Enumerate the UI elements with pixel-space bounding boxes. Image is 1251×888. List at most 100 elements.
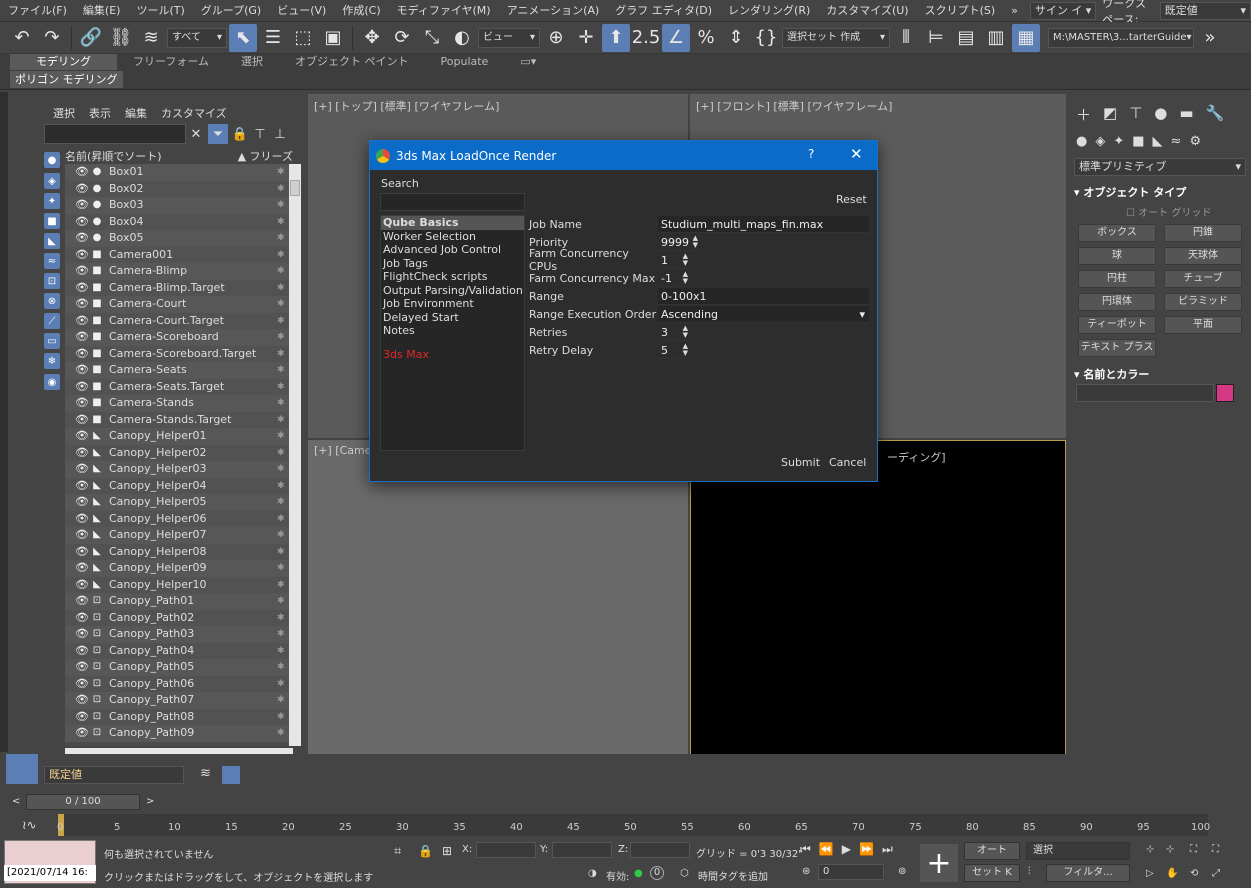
scale-icon[interactable]: ⤡ xyxy=(418,24,446,52)
spinner-arrows-icon[interactable]: ▲ ▼ xyxy=(693,234,698,250)
visibility-eye-icon[interactable]: 👁 xyxy=(75,362,89,379)
isolate-icon[interactable]: ⌗ xyxy=(394,844,401,859)
list-item[interactable]: 👁 ⊡ Canopy_Path08 ✱ xyxy=(65,708,293,725)
visibility-eye-icon[interactable]: 👁 xyxy=(75,395,89,412)
se-menu-select[interactable]: 選択 xyxy=(53,105,75,121)
se-menu-customize[interactable]: カスタマイズ xyxy=(161,105,227,121)
visibility-eye-icon[interactable]: 👁 xyxy=(75,527,89,544)
layer-explorer-icon[interactable]: ▥ xyxy=(982,24,1010,52)
list-item[interactable]: 👁 ● Box04 ✱ xyxy=(65,213,293,231)
nav-output-parsing[interactable]: Output Parsing/Validation xyxy=(381,284,524,298)
unlink-icon[interactable]: ⛓ xyxy=(107,24,135,52)
menu-create[interactable]: 作成(C) xyxy=(334,0,388,22)
edit-named-selection-icon[interactable]: {} xyxy=(752,24,780,52)
teapot-button[interactable]: ティーポット xyxy=(1078,316,1156,334)
name-color-rollout[interactable]: ▾ 名前とカラー xyxy=(1074,366,1246,382)
object-color-swatch[interactable] xyxy=(1216,384,1234,402)
viewport-shaded-label[interactable]: ーディング] xyxy=(887,449,946,465)
spinner-arrows-icon[interactable]: ▲ ▼ xyxy=(683,324,688,340)
list-item[interactable]: 👁 ◣ Canopy_Helper10 ✱ xyxy=(65,576,293,594)
viewport-perspective[interactable]: ーディング] xyxy=(690,440,1066,788)
visibility-eye-icon[interactable]: 👁 xyxy=(75,692,89,709)
nav-qube-basics[interactable]: Qube Basics xyxy=(381,216,524,230)
visibility-eye-icon[interactable]: 👁 xyxy=(75,445,89,462)
workspace-dropdown[interactable]: 既定値 ▾ xyxy=(1159,1,1251,20)
maxscript-output[interactable]: [2021/07/14 16: xyxy=(4,865,96,881)
submit-button[interactable]: Submit xyxy=(781,456,820,469)
visibility-eye-icon[interactable]: 👁 xyxy=(75,412,89,429)
helpers-icon[interactable]: ◣ xyxy=(1153,134,1163,149)
lights-filter-icon[interactable]: ✦ xyxy=(44,193,60,209)
hierarchy-icon[interactable]: ⊤ xyxy=(250,124,270,144)
curve-editor-icon[interactable]: ≀∿ xyxy=(22,818,37,832)
groups-filter-icon[interactable]: ⊡ xyxy=(44,273,60,289)
menu-modifiers[interactable]: モディファイヤ(M) xyxy=(389,0,499,22)
list-item[interactable]: 👁 ⊡ Canopy_Path02 ✱ xyxy=(65,609,293,626)
spacewarps-filter-icon[interactable]: ≈ xyxy=(44,253,60,269)
nav-worker-selection[interactable]: Worker Selection xyxy=(381,230,524,244)
nav-job-tags[interactable]: Job Tags xyxy=(381,257,524,271)
cylinder-button[interactable]: 円柱 xyxy=(1078,270,1156,288)
spinner-arrows-icon[interactable]: ▲ ▼ xyxy=(683,270,688,286)
list-item[interactable]: 👁 ⊡ Canopy_Path06 ✱ xyxy=(65,675,293,692)
visibility-eye-icon[interactable]: 👁 xyxy=(75,214,89,231)
list-item[interactable]: 👁 ◣ Canopy_Helper05 ✱ xyxy=(65,494,293,511)
autogrid-checkbox[interactable]: ☐ オート グリッド xyxy=(1126,204,1211,219)
adaptive-degradation-icon[interactable]: ◑ xyxy=(588,868,597,879)
time-tag-icon[interactable]: ⬡ xyxy=(680,868,689,879)
more-icon[interactable]: » xyxy=(1196,24,1224,52)
placement-icon[interactable]: ◐ xyxy=(448,24,476,52)
snap-2-5-icon[interactable]: 2.5 xyxy=(632,24,661,52)
named-selection-dropdown[interactable]: 選択セット 作成 ▾ xyxy=(782,27,890,48)
geometry-filter-icon[interactable]: ● xyxy=(44,152,60,168)
tab-modeling[interactable]: モデリング xyxy=(10,54,117,70)
menu-edit[interactable]: 編集(E) xyxy=(75,0,129,22)
geosphere-button[interactable]: 天球体 xyxy=(1164,247,1242,265)
visibility-eye-icon[interactable]: 👁 xyxy=(75,626,89,643)
textplus-button[interactable]: テキスト プラス xyxy=(1078,339,1156,357)
torus-button[interactable]: 円環体 xyxy=(1078,293,1156,311)
menu-rendering[interactable]: レンダリング(R) xyxy=(720,0,818,22)
shapes-icon[interactable]: ◈ xyxy=(1095,134,1105,149)
go-to-end-icon[interactable]: ⏭ xyxy=(882,842,893,857)
field-of-view-icon[interactable]: ▷ xyxy=(1146,868,1154,879)
menu-animation[interactable]: アニメーション(A) xyxy=(499,0,608,22)
maximize-viewport-icon[interactable]: ⤢ xyxy=(1212,868,1220,879)
visibility-eye-icon[interactable]: 👁 xyxy=(75,577,89,594)
hierarchy-expand-icon[interactable]: ⊥ xyxy=(270,124,290,144)
dialog-titlebar[interactable]: 3ds Max LoadOnce Render ? ✕ xyxy=(370,141,877,170)
plane-button[interactable]: 平面 xyxy=(1164,316,1242,334)
list-item[interactable]: 👁 ⊡ Canopy_Path09 ✱ xyxy=(65,725,293,742)
list-item[interactable]: 👁 ⊡ Canopy_Path07 ✱ xyxy=(65,692,293,709)
angle-snap-icon[interactable]: ∠ xyxy=(662,23,690,52)
list-item[interactable]: 👁 ■ Camera-Blimp.Target ✱ xyxy=(65,279,293,297)
list-item[interactable]: 👁 ■ Camera001 ✱ xyxy=(65,246,293,263)
sphere-button[interactable]: 球 xyxy=(1078,247,1156,265)
pan-icon[interactable]: ✋ xyxy=(1166,868,1178,879)
visibility-eye-icon[interactable]: 👁 xyxy=(75,280,89,297)
previous-frame-icon[interactable]: ⏪ xyxy=(819,842,834,857)
lights-icon[interactable]: ✦ xyxy=(1113,134,1124,149)
object-name-input[interactable] xyxy=(1076,384,1214,402)
z-field[interactable] xyxy=(630,842,690,858)
geometry-icon[interactable]: ● xyxy=(1076,134,1087,149)
visibility-eye-icon[interactable]: 👁 xyxy=(75,263,89,280)
list-item[interactable]: 👁 ■ Camera-Blimp ✱ xyxy=(65,263,293,280)
pivot-icon[interactable]: ⊕ xyxy=(542,24,570,52)
scene-search-input[interactable] xyxy=(44,124,186,144)
spinner-arrows-icon[interactable]: ▲ ▼ xyxy=(683,252,688,268)
key-mode-icon[interactable]: ⊛ xyxy=(802,866,810,877)
list-item[interactable]: 👁 ◣ Canopy_Helper01 ✱ xyxy=(65,428,293,445)
list-item[interactable]: 👁 ■ Camera-Stands.Target ✱ xyxy=(65,411,293,429)
se-menu-display[interactable]: 表示 xyxy=(89,105,111,121)
list-item[interactable]: 👁 ■ Camera-Seats.Target ✱ xyxy=(65,378,293,396)
column-name[interactable]: 名前(昇順でソート) xyxy=(65,148,162,163)
viewport-front-label[interactable]: [+] [フロント] [標準] [ワイヤフレーム] xyxy=(696,98,892,114)
visibility-eye-icon[interactable]: 👁 xyxy=(75,197,89,214)
visibility-eye-icon[interactable]: 👁 xyxy=(75,379,89,396)
close-icon[interactable]: ✕ xyxy=(850,145,863,163)
list-item[interactable]: 👁 ● Box03 ✱ xyxy=(65,197,293,214)
auto-key-button[interactable]: オート xyxy=(964,842,1020,860)
help-icon[interactable]: ? xyxy=(808,147,814,161)
job-name-field[interactable]: Studium_multi_maps_fin.max xyxy=(658,215,869,233)
